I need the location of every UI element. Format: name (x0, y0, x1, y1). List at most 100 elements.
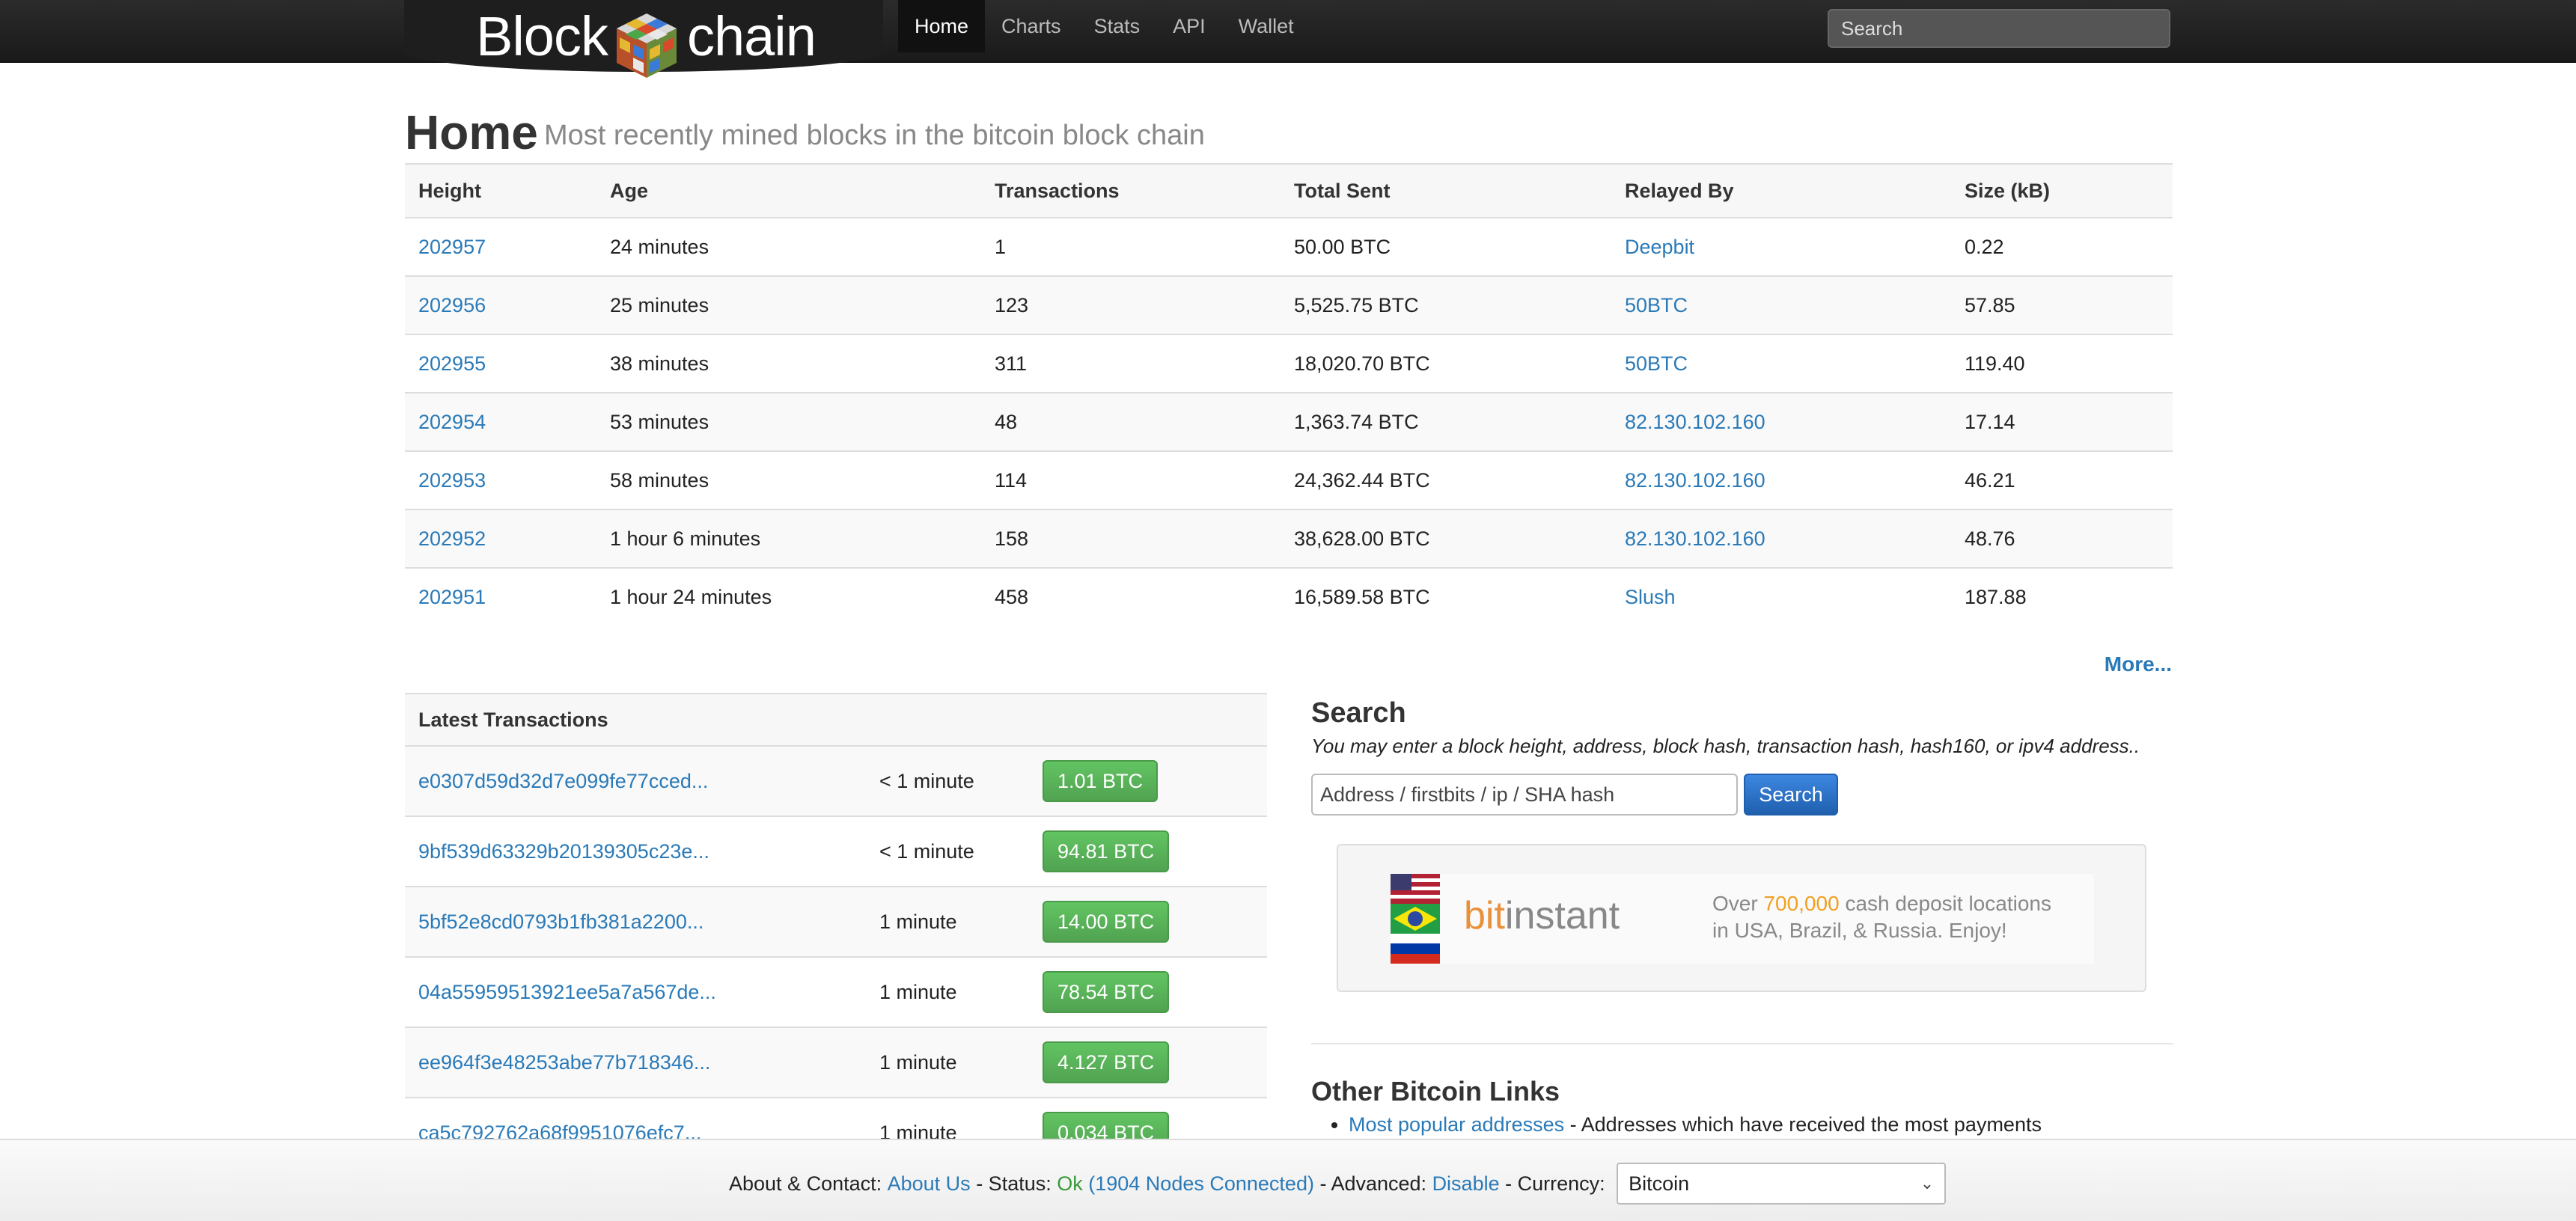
transaction-amount-button[interactable]: 14.00 BTC (1043, 901, 1170, 943)
section-divider (1311, 1043, 2173, 1044)
transaction-amount-button[interactable]: 94.81 BTC (1043, 830, 1170, 872)
country-flags-icon (1391, 874, 1440, 964)
top-navbar: Block chain Home Charts Stats API Wallet… (0, 0, 2576, 78)
block-size: 17.14 (1951, 393, 2173, 452)
rubiks-cube-icon (617, 13, 677, 78)
block-total-sent: 1,363.74 BTC (1281, 393, 1611, 452)
transaction-hash-link[interactable]: 9bf539d63329b20139305c23e... (418, 840, 709, 863)
latest-transactions-table: Latest Transactions e0307d59d32d7e099fe7… (405, 693, 1267, 1169)
block-row: 202951 1 hour 24 minutes 458 16,589.58 B… (405, 568, 2173, 626)
transaction-amount-button[interactable]: 4.127 BTC (1043, 1041, 1170, 1083)
block-search-button[interactable]: Search (1744, 774, 1838, 815)
currency-select[interactable]: Bitcoin ⌄ (1617, 1163, 1947, 1205)
block-relayed-by-link[interactable]: 50BTC (1625, 294, 1688, 316)
search-help-text: You may enter a block height, address, b… (1311, 735, 2140, 757)
block-height-link[interactable]: 202954 (418, 411, 486, 433)
transaction-age: 1 minute (866, 957, 1043, 1028)
block-size: 46.21 (1951, 451, 2173, 510)
page-subtitle: Most recently mined blocks in the bitcoi… (544, 120, 1205, 151)
nav-wallet[interactable]: Wallet (1222, 0, 1310, 52)
transaction-amount-button[interactable]: 78.54 BTC (1043, 971, 1170, 1013)
bitinstant-logo: bitinstant (1464, 894, 1620, 937)
nav-home[interactable]: Home (898, 0, 986, 52)
block-relayed-by-link[interactable]: 82.130.102.160 (1625, 411, 1765, 433)
block-height-link[interactable]: 202955 (418, 352, 486, 375)
top-search-input[interactable]: Search (1828, 9, 2170, 48)
search-title: Search (1311, 697, 1406, 729)
block-age: 1 hour 6 minutes (596, 509, 981, 569)
col-height: Height (405, 163, 596, 218)
col-transactions: Transactions (981, 163, 1281, 218)
block-total-sent: 50.00 BTC (1281, 218, 1611, 277)
transaction-age: < 1 minute (866, 816, 1043, 887)
about-us-link[interactable]: About Us (888, 1172, 971, 1196)
more-blocks-link[interactable]: More... (2105, 652, 2172, 676)
block-relayed-by-link[interactable]: Deepbit (1625, 236, 1694, 258)
block-relayed-by-link[interactable]: 50BTC (1625, 352, 1688, 375)
transaction-row: 5bf52e8cd0793b1fb381a2200... 1 minute 14… (405, 887, 1267, 958)
block-height-link[interactable]: 202952 (418, 527, 486, 550)
nodes-connected-link[interactable]: (1904 Nodes Connected) (1083, 1172, 1314, 1196)
other-links-list: Most popular addresses - Addresses which… (1332, 1113, 2042, 1136)
block-size: 187.88 (1965, 586, 2027, 608)
chevron-down-icon: ⌄ (1920, 1174, 1935, 1193)
block-total-sent: 38,628.00 BTC (1281, 509, 1611, 569)
transaction-row: e0307d59d32d7e099fe77cced... < 1 minute … (405, 746, 1267, 817)
footer-content: About & Contact: About Us - Status: Ok (… (729, 1163, 1947, 1205)
popular-addresses-link[interactable]: Most popular addresses (1349, 1113, 1564, 1136)
block-age: 24 minutes (596, 218, 981, 277)
transaction-age: < 1 minute (866, 746, 1043, 817)
block-search-input[interactable]: Address / firstbits / ip / SHA hash (1311, 774, 1738, 815)
col-size: Size (kB) (1951, 163, 2173, 218)
block-age: 53 minutes (596, 393, 981, 452)
list-item: Most popular addresses - Addresses which… (1349, 1113, 2042, 1136)
block-row: 202954 53 minutes 48 1,363.74 BTC 82.130… (405, 393, 2173, 452)
nav-api[interactable]: API (1156, 0, 1222, 52)
col-age: Age (596, 163, 981, 218)
block-tx-count: 1 (981, 218, 1281, 277)
block-total-sent: 18,020.70 BTC (1281, 334, 1611, 394)
nav-stats[interactable]: Stats (1078, 0, 1157, 52)
nav-charts[interactable]: Charts (985, 0, 1078, 52)
block-total-sent: 5,525.75 BTC (1281, 276, 1611, 335)
col-relayed-by: Relayed By (1611, 163, 1951, 218)
transaction-row: 04a55959513921ee5a7a567de... 1 minute 78… (405, 957, 1267, 1028)
block-relayed-by-link[interactable]: 82.130.102.160 (1625, 527, 1765, 550)
logo-text-left: Block (476, 5, 608, 67)
block-tx-count: 158 (981, 509, 1281, 569)
block-height-link[interactable]: 202957 (418, 236, 486, 258)
transaction-amount-button[interactable]: 1.01 BTC (1043, 760, 1159, 802)
transaction-hash-link[interactable]: 04a55959513921ee5a7a567de... (418, 981, 716, 1003)
ad-container: bitinstant Over 700,000 cash deposit loc… (1337, 844, 2146, 992)
disable-advanced-link[interactable]: Disable (1432, 1172, 1500, 1196)
block-height-link[interactable]: 202953 (418, 469, 486, 492)
transaction-hash-link[interactable]: 5bf52e8cd0793b1fb381a2200... (418, 911, 703, 933)
transaction-age: 1 minute (866, 887, 1043, 958)
logo-text-right: chain (687, 5, 817, 67)
main-nav: Home Charts Stats API Wallet (898, 0, 1310, 63)
block-relayed-by-link[interactable]: 82.130.102.160 (1625, 469, 1765, 492)
block-row: 202956 25 minutes 123 5,525.75 BTC 50BTC… (405, 276, 2173, 335)
block-relayed-by-link[interactable]: Slush (1625, 586, 1676, 608)
block-height-link[interactable]: 202956 (418, 294, 486, 316)
col-total-sent: Total Sent (1281, 163, 1611, 218)
block-tx-count: 48 (981, 393, 1281, 452)
block-row: 202953 58 minutes 114 24,362.44 BTC 82.1… (405, 451, 2173, 510)
ad-text: Over 700,000 cash deposit locations in U… (1712, 892, 2051, 942)
block-tx-count: 114 (981, 451, 1281, 510)
other-links-title: Other Bitcoin Links (1311, 1076, 1560, 1107)
block-size: 48.76 (1951, 509, 2173, 569)
block-age: 38 minutes (596, 334, 981, 394)
block-height-link[interactable]: 202951 (418, 586, 486, 608)
block-tx-count: 311 (981, 334, 1281, 394)
transaction-row: ee964f3e48253abe77b718346... 1 minute 4.… (405, 1027, 1267, 1098)
bitinstant-ad-banner[interactable]: bitinstant Over 700,000 cash deposit loc… (1391, 874, 2094, 964)
block-row: 202952 1 hour 6 minutes 158 38,628.00 BT… (405, 509, 2173, 569)
transaction-hash-link[interactable]: ee964f3e48253abe77b718346... (418, 1051, 710, 1074)
status-ok: Ok (1057, 1172, 1083, 1195)
footer: About & Contact: About Us - Status: Ok (… (0, 1139, 2576, 1221)
transaction-hash-link[interactable]: e0307d59d32d7e099fe77cced... (418, 770, 708, 792)
block-age: 58 minutes (596, 451, 981, 510)
block-age: 1 hour 24 minutes (610, 586, 772, 608)
blockchain-logo[interactable]: Block chain (404, 0, 883, 88)
